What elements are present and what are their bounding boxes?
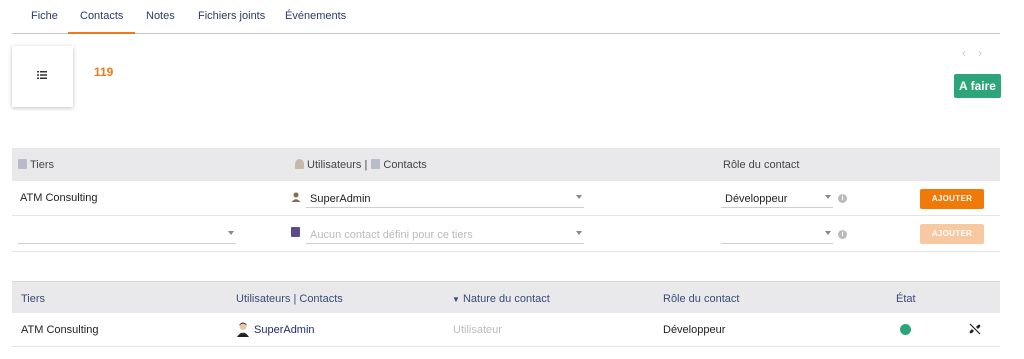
tab-evenements[interactable]: Événements bbox=[285, 10, 346, 22]
add-contact-table: Tiers Utilisateurs | Contacts Rôle du co… bbox=[12, 148, 1000, 252]
add-user-button[interactable]: AJOUTER bbox=[920, 189, 984, 209]
object-picto-card bbox=[12, 46, 73, 107]
table-row: ATM Consulting SuperAdmin Utilisateur Dé… bbox=[12, 313, 1000, 347]
contact-card-icon bbox=[371, 159, 381, 169]
tab-bar: Fiche Contacts Notes Fichiers joints Évé… bbox=[12, 0, 1000, 34]
column-users-contacts[interactable]: Utilisateurs | Contacts bbox=[236, 293, 343, 305]
tab-notes[interactable]: Notes bbox=[146, 10, 175, 22]
status-badge: A faire bbox=[954, 74, 1001, 98]
column-role[interactable]: Rôle du contact bbox=[663, 293, 739, 305]
sort-down-icon: ▼ bbox=[452, 295, 460, 304]
tab-contacts[interactable]: Contacts bbox=[67, 10, 136, 34]
unlink-icon[interactable] bbox=[969, 323, 981, 335]
row-user-link[interactable]: SuperAdmin bbox=[254, 324, 315, 336]
contact-list-header: Tiers Utilisateurs | Contacts ▼ Nature d… bbox=[12, 281, 1000, 313]
header-role: Rôle du contact bbox=[723, 159, 800, 171]
chevron-down-icon bbox=[825, 195, 831, 199]
contact-role-select[interactable] bbox=[721, 227, 833, 244]
avatar bbox=[237, 322, 249, 337]
user-role-select[interactable]: Développeur bbox=[721, 191, 833, 208]
column-etat[interactable]: État bbox=[896, 293, 916, 305]
tab-fiche[interactable]: Fiche bbox=[31, 10, 58, 22]
info-icon: i bbox=[838, 194, 847, 203]
tab-fichiers-joints[interactable]: Fichiers joints bbox=[198, 10, 265, 22]
row-role: Développeur bbox=[663, 324, 726, 336]
record-navigation: ‹› bbox=[962, 46, 994, 60]
chevron-down-icon bbox=[576, 231, 582, 235]
row-nature: Utilisateur bbox=[453, 324, 502, 336]
contact-list-table: Tiers Utilisateurs | Contacts ▼ Nature d… bbox=[12, 281, 1000, 347]
task-list-icon bbox=[37, 71, 47, 79]
header-tiers: Tiers bbox=[18, 159, 54, 171]
next-record-icon[interactable]: › bbox=[978, 46, 994, 60]
add-contact-header: Tiers Utilisateurs | Contacts Rôle du co… bbox=[12, 148, 1000, 181]
add-user-row: ATM Consulting SuperAdmin Développeur i … bbox=[12, 181, 1000, 216]
contact-card-icon bbox=[291, 227, 300, 237]
info-icon: i bbox=[838, 230, 847, 239]
user-select[interactable]: SuperAdmin bbox=[306, 191, 584, 208]
column-nature[interactable]: ▼ Nature du contact bbox=[452, 293, 550, 305]
chevron-down-icon bbox=[576, 195, 582, 199]
tiers-label: ATM Consulting bbox=[20, 192, 98, 204]
column-tiers[interactable]: Tiers bbox=[21, 293, 45, 305]
user-icon bbox=[295, 159, 304, 169]
chevron-down-icon bbox=[228, 231, 234, 235]
tiers-select[interactable] bbox=[18, 227, 236, 244]
chevron-down-icon bbox=[825, 231, 831, 235]
add-contact-row: Aucun contact défini pour ce tiers i AJO… bbox=[12, 216, 1000, 252]
contact-select[interactable]: Aucun contact défini pour ce tiers bbox=[306, 227, 584, 244]
header-users-contacts: Utilisateurs | Contacts bbox=[295, 159, 427, 171]
row-tiers: ATM Consulting bbox=[21, 324, 99, 336]
user-icon bbox=[291, 192, 301, 202]
previous-record-icon[interactable]: ‹ bbox=[962, 46, 978, 60]
status-enabled-icon[interactable] bbox=[900, 324, 911, 335]
add-contact-button[interactable]: AJOUTER bbox=[920, 224, 984, 244]
object-ref: 119 bbox=[94, 65, 114, 79]
building-icon bbox=[18, 159, 27, 169]
